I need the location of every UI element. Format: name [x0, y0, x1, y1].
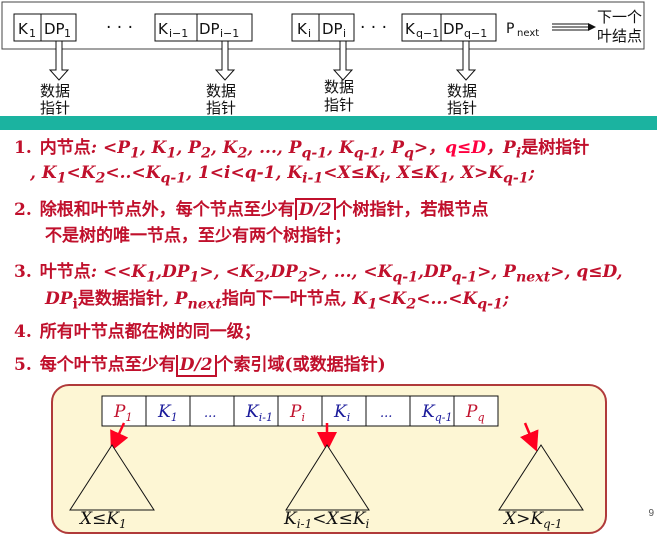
subtree-q — [498, 444, 584, 511]
node-cell: Pq — [453, 395, 499, 427]
subtree-i — [285, 444, 370, 511]
pointer-arrow-q — [520, 422, 539, 452]
node-cell: Ki — [321, 395, 367, 427]
pointer-arrow-1 — [110, 422, 129, 452]
svg-text:...: ... — [204, 406, 216, 421]
node-cell: K1 — [145, 395, 191, 427]
svg-text:...: ... — [380, 406, 392, 421]
subtree-i-label: Ki-1<X≤Ki — [283, 509, 370, 531]
node-cell: ... — [189, 395, 235, 427]
subtree-q-label: X>Kq-1 — [502, 509, 562, 531]
internal-node-tree: P1 K1... Ki-1 Pi Ki... Kq-1 Pq X≤K1 Ki-1<X≤Ki … — [69, 395, 584, 531]
page-number: 9 — [648, 508, 654, 519]
node-cell: Pi — [277, 395, 323, 427]
internal-node-row: P1 K1... Ki-1 Pi Ki... Kq-1 Pq — [101, 395, 499, 427]
node-cell: Ki-1 — [233, 395, 279, 427]
subtree-1-label: X≤K1 — [78, 509, 127, 531]
node-cell: Kq-1 — [409, 395, 455, 427]
subtree-1 — [69, 444, 155, 511]
node-cell: ... — [365, 395, 411, 427]
node-cell: P1 — [101, 395, 147, 427]
